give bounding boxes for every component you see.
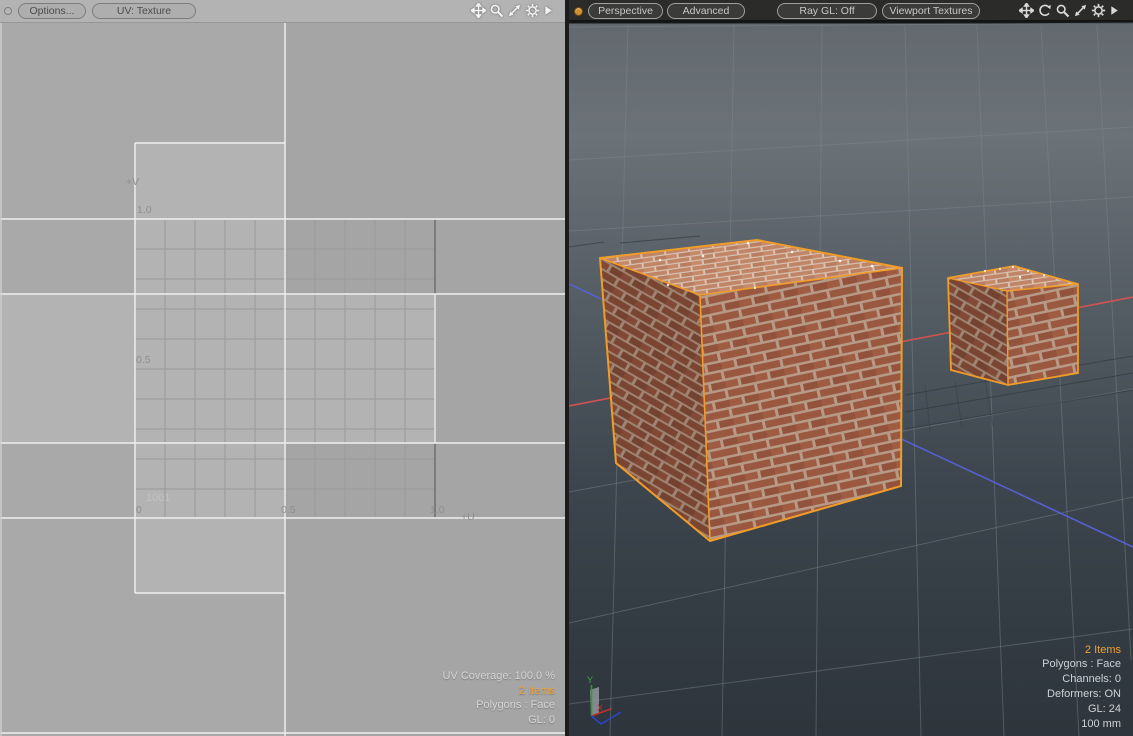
expand-icon[interactable] xyxy=(1073,3,1088,18)
uv-polygon-mode: Polygons : Face xyxy=(476,699,555,712)
viewport-thumb-icon[interactable] xyxy=(574,7,583,16)
viewport-grid-size-readout: 100 mm xyxy=(1081,718,1121,731)
viewport-3d-canvas[interactable]: Y X xyxy=(569,22,1133,736)
uv-editor-panel: +V 1.0 0.5 0 0.5 1.0 +U 1001 Options... … xyxy=(0,0,565,736)
shading-mode-button[interactable]: Advanced xyxy=(667,3,745,19)
gizmo-x-label: X xyxy=(597,703,603,713)
move-icon[interactable] xyxy=(1019,3,1034,18)
options-button[interactable]: Options... xyxy=(18,3,86,19)
uv-u-max-label: 1.0 xyxy=(430,504,445,516)
rotate-icon[interactable] xyxy=(1037,3,1052,18)
flyout-arrow-icon[interactable] xyxy=(543,3,553,18)
uv-editor-header: Options... UV: Texture xyxy=(0,0,565,23)
viewport-items-count: 2 Items xyxy=(1084,643,1121,656)
move-icon[interactable] xyxy=(471,3,486,18)
viewport-gl-readout: GL: 24 xyxy=(1087,703,1121,716)
uv-udim-tile-label: 1001 xyxy=(146,492,170,504)
viewport-stats: 2 Items Polygons : Face Channels: 0 Defo… xyxy=(1042,643,1121,732)
viewport-textures-button[interactable]: Viewport Textures xyxy=(882,3,980,19)
viewport-polygon-mode: Polygons : Face xyxy=(1042,658,1121,671)
uv-u-mid-label: 0.5 xyxy=(281,504,296,516)
flyout-arrow-icon[interactable] xyxy=(1109,3,1119,18)
viewport-channels-readout: Channels: 0 xyxy=(1062,673,1121,686)
uv-origin-label: 0 xyxy=(136,504,142,516)
gizmo-y-label: Y xyxy=(587,675,593,685)
magnifier-icon[interactable] xyxy=(489,3,504,18)
ray-gl-button[interactable]: Ray GL: Off xyxy=(777,3,877,19)
uv-mode-button[interactable]: UV: Texture xyxy=(92,3,196,19)
uv-v-max-label: 1.0 xyxy=(137,204,152,216)
viewport-header: Perspective Advanced Ray GL: Off Viewpor… xyxy=(569,0,1133,22)
uv-editor-stats: UV Coverage: 100.0 % 2 Items Polygons : … xyxy=(442,669,555,728)
viewport-panel-3d: Y X Perspective Advanced Ray GL: Off Vie… xyxy=(569,0,1133,736)
uv-u-axis-label: +U xyxy=(461,511,475,523)
gear-icon[interactable] xyxy=(525,3,540,18)
expand-icon[interactable] xyxy=(507,3,522,18)
uv-gl-readout: GL: 0 xyxy=(528,714,555,727)
uv-items-count: 2 Items xyxy=(518,684,555,697)
gear-icon[interactable] xyxy=(1091,3,1106,18)
uv-editor-canvas[interactable]: +V 1.0 0.5 0 0.5 1.0 +U 1001 xyxy=(0,0,565,736)
uv-v-mid-label: 0.5 xyxy=(136,354,151,366)
modo-uv-and-3d-workspace: +V 1.0 0.5 0 0.5 1.0 +U 1001 Options... … xyxy=(0,0,1133,736)
cube-small[interactable] xyxy=(947,265,1079,386)
uv-v-axis-label: +V xyxy=(126,176,139,188)
view-type-button[interactable]: Perspective xyxy=(588,3,663,19)
uv-coverage-readout: UV Coverage: 100.0 % xyxy=(442,669,555,682)
panel-thumb-icon[interactable] xyxy=(4,7,12,15)
viewport-deformers-readout: Deformers: ON xyxy=(1047,688,1121,701)
magnifier-icon[interactable] xyxy=(1055,3,1070,18)
